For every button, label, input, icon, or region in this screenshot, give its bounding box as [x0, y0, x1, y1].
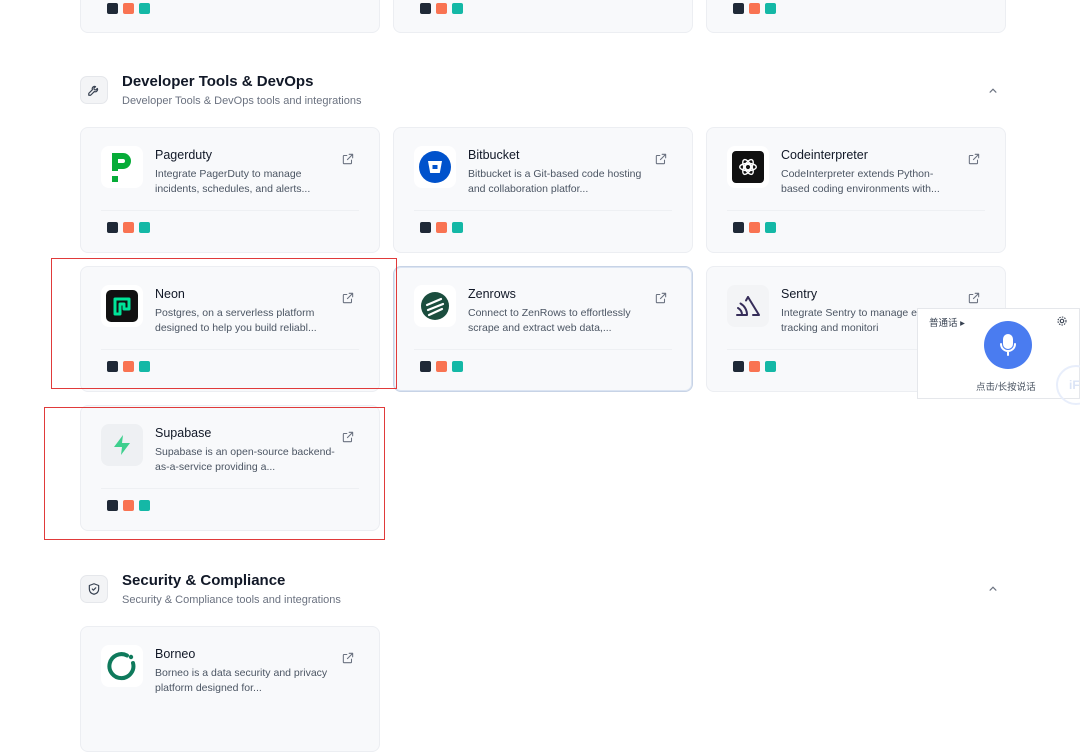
external-link-icon[interactable] — [967, 152, 981, 166]
integration-card-zenrows[interactable]: Zenrows Connect to ZenRows to effortless… — [393, 266, 693, 392]
voice-input-widget[interactable]: 普通话 ▸ 点击/长按说话 iFl — [917, 308, 1080, 405]
tool-badge-icon — [733, 222, 744, 233]
tool-badge-icon — [765, 361, 776, 372]
tool-badge-icon — [733, 3, 744, 14]
card-description: Integrate PagerDuty to manage incidents,… — [155, 168, 311, 195]
card-title: Pagerduty — [155, 148, 212, 162]
tool-badge-icon — [123, 222, 134, 233]
card-description: Borneo is a data security and privacy pl… — [155, 667, 328, 694]
tool-badge-icon — [452, 361, 463, 372]
integration-card-bitbucket[interactable]: Bitbucket Bitbucket is a Git-based code … — [393, 127, 693, 253]
sentry-logo-icon — [727, 285, 769, 327]
tool-badges — [420, 222, 463, 233]
card-divider — [414, 349, 672, 350]
integration-card-pagerduty[interactable]: Pagerduty Integrate PagerDuty to manage … — [80, 127, 380, 253]
external-link-icon[interactable] — [654, 291, 668, 305]
wrench-icon — [80, 76, 108, 104]
borneo-logo-icon — [101, 645, 143, 687]
microphone-icon — [1000, 334, 1016, 356]
card-title: Borneo — [155, 647, 196, 661]
card-title: Zenrows — [468, 287, 516, 301]
zenrows-logo-icon — [414, 285, 456, 327]
tool-badge-icon — [420, 222, 431, 233]
section-subtitle-security: Security & Compliance tools and integrat… — [122, 594, 341, 606]
card-title: Codeinterpreter — [781, 148, 868, 162]
card-description: Bitbucket is a Git-based code hosting an… — [468, 168, 642, 195]
tool-badge-icon — [749, 3, 760, 14]
card-description: Connect to ZenRows to effortlessly scrap… — [468, 307, 631, 334]
tool-badge-icon — [749, 361, 760, 372]
card-title: Sentry — [781, 287, 818, 301]
tool-badge-icon — [733, 361, 744, 372]
brand-logo: iFl — [1056, 365, 1080, 405]
shield-icon — [80, 575, 108, 603]
tool-badge-icon — [107, 3, 118, 14]
tool-badge-icon — [452, 222, 463, 233]
card-divider — [101, 210, 359, 211]
card-title: Bitbucket — [468, 148, 520, 162]
tool-badges — [420, 3, 463, 14]
tool-badge-icon — [765, 3, 776, 14]
card-partial-3[interactable] — [706, 0, 1006, 33]
tool-badge-icon — [420, 3, 431, 14]
tool-badge-icon — [420, 361, 431, 372]
tool-badges — [107, 3, 150, 14]
section-subtitle-devtools: Developer Tools & DevOps tools and integ… — [122, 95, 362, 107]
card-partial-2[interactable] — [393, 0, 693, 33]
card-divider — [727, 210, 985, 211]
openai-logo-icon — [727, 146, 769, 188]
tool-badge-icon — [123, 3, 134, 14]
chevron-up-icon[interactable] — [986, 84, 1000, 98]
tool-badge-icon — [452, 3, 463, 14]
external-link-icon[interactable] — [967, 291, 981, 305]
gear-icon[interactable] — [1056, 315, 1068, 327]
card-description: CodeInterpreter extends Python-based cod… — [781, 168, 940, 195]
tool-badge-icon — [107, 222, 118, 233]
external-link-icon[interactable] — [341, 651, 355, 665]
integration-card-codeinterpreter[interactable]: Codeinterpreter CodeInterpreter extends … — [706, 127, 1006, 253]
voice-hint-text: 点击/长按说话 — [976, 382, 1036, 393]
tool-badges — [733, 361, 776, 372]
tool-badge-icon — [765, 222, 776, 233]
tool-badge-icon — [749, 222, 760, 233]
card-partial-1[interactable] — [80, 0, 380, 33]
microphone-button[interactable] — [984, 321, 1032, 369]
bitbucket-logo-icon — [414, 146, 456, 188]
external-link-icon[interactable] — [654, 152, 668, 166]
chevron-up-icon[interactable] — [986, 582, 1000, 596]
section-title-security: Security & Compliance — [122, 572, 286, 589]
highlight-box-neon — [51, 258, 397, 389]
tool-badges — [420, 361, 463, 372]
tool-badge-icon — [436, 3, 447, 14]
highlight-box-supabase — [44, 407, 385, 540]
integration-card-borneo[interactable]: Borneo Borneo is a data security and pri… — [80, 626, 380, 752]
language-selector[interactable]: 普通话 ▸ — [929, 315, 965, 329]
card-divider — [414, 210, 672, 211]
tool-badge-icon — [436, 222, 447, 233]
tool-badge-icon — [139, 222, 150, 233]
tool-badges — [733, 3, 776, 14]
tool-badge-icon — [139, 3, 150, 14]
tool-badges — [733, 222, 776, 233]
tool-badges — [107, 222, 150, 233]
pagerduty-logo-icon — [101, 146, 143, 188]
external-link-icon[interactable] — [341, 152, 355, 166]
section-title-devtools: Developer Tools & DevOps — [122, 73, 314, 90]
tool-badge-icon — [436, 361, 447, 372]
